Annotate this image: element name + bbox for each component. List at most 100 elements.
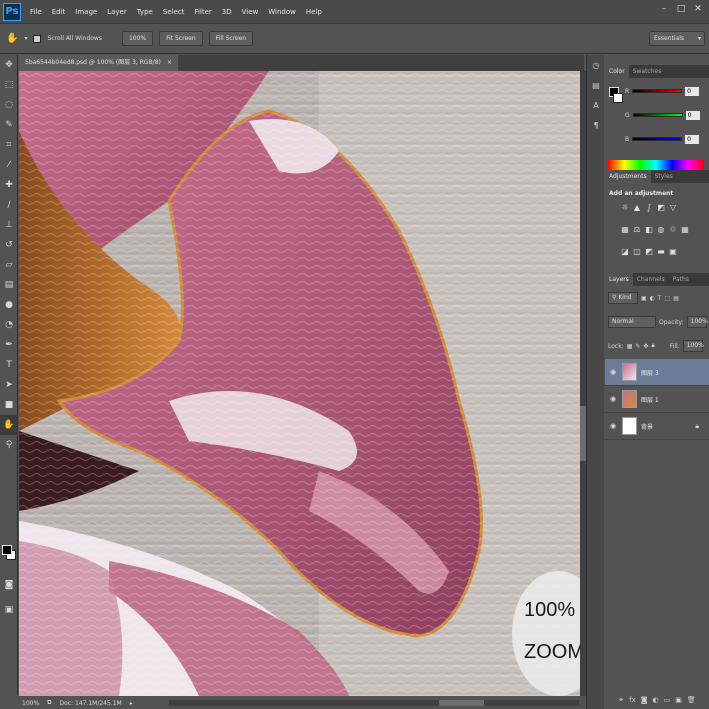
green-slider[interactable]	[632, 113, 683, 117]
pen-icon[interactable]: ✒	[0, 335, 18, 355]
menu-file[interactable]: File	[25, 8, 47, 16]
document-canvas[interactable]: 100% ZOOM	[19, 71, 580, 696]
history-panel-icon[interactable]: ◷	[587, 55, 605, 75]
export-icon[interactable]: ⧉	[47, 699, 51, 707]
filter-pixel-icon[interactable]: ▣	[641, 295, 647, 302]
eyedropper-icon[interactable]: ⁄	[0, 155, 18, 175]
eye-icon[interactable]: ◉	[608, 368, 618, 376]
document-tab[interactable]: 5ba6544b04ed8.psd @ 100% (图层 3, RGB/8) ×	[19, 55, 178, 71]
fx-icon[interactable]: fx	[629, 696, 636, 709]
filter-smart-icon[interactable]: ▤	[673, 295, 679, 302]
tab-color[interactable]: Color	[605, 65, 629, 78]
quick-select-icon[interactable]: ✎	[0, 115, 18, 135]
gradient-map-icon[interactable]: ▬	[657, 248, 665, 256]
vibrance-icon[interactable]: ▽	[669, 204, 677, 212]
blue-value[interactable]: 0	[685, 134, 700, 144]
layer-row[interactable]: ◉ 图层 3	[605, 359, 709, 386]
blue-slider[interactable]	[632, 137, 683, 141]
hand-tool-preset-icon[interactable]: ✋	[6, 33, 18, 44]
close-button[interactable]: ✕	[693, 4, 703, 14]
menu-filter[interactable]: Filter	[189, 8, 216, 16]
threshold-icon[interactable]: ◩	[645, 248, 653, 256]
add-mask-icon[interactable]: ◙	[641, 696, 648, 709]
opacity-input[interactable]: 100%	[686, 316, 708, 328]
zoom-icon[interactable]: ⚲	[0, 435, 18, 455]
color-spectrum-bar[interactable]	[608, 160, 704, 170]
filter-adjust-icon[interactable]: ◐	[650, 295, 655, 302]
shape-icon[interactable]: ■	[0, 395, 18, 415]
fit-screen-button[interactable]: Fit Screen	[159, 31, 203, 46]
status-arrow-icon[interactable]: ▸	[130, 700, 133, 707]
workspace-select[interactable]: Essentials ▾	[649, 31, 705, 46]
tab-swatches[interactable]: Swatches	[629, 65, 666, 78]
exposure-icon[interactable]: ◩	[657, 204, 665, 212]
menu-image[interactable]: Image	[70, 8, 102, 16]
eye-icon[interactable]: ◉	[608, 422, 618, 430]
color-lookup-icon[interactable]: ▦	[681, 226, 689, 234]
layer-row[interactable]: ◉ 背景 🔒︎	[605, 413, 709, 440]
menu-type[interactable]: Type	[132, 8, 158, 16]
photo-filter-icon[interactable]: ◍	[657, 226, 665, 234]
bg-chip[interactable]	[613, 93, 623, 103]
fill-input[interactable]: 100%	[682, 340, 704, 352]
lock-transparent-icon[interactable]: ▦	[627, 343, 633, 350]
invert-icon[interactable]: ◪	[621, 248, 629, 256]
color-balance-icon[interactable]: ⚖	[633, 226, 641, 234]
close-tab-icon[interactable]: ×	[167, 55, 172, 71]
red-value[interactable]: 0	[685, 86, 700, 96]
paragraph-panel-icon[interactable]: ¶	[587, 115, 605, 135]
lock-position-icon[interactable]: ✥	[643, 343, 648, 350]
link-layers-icon[interactable]: ⚭	[618, 696, 624, 709]
black-white-icon[interactable]: ◧	[645, 226, 653, 234]
path-select-icon[interactable]: ➤	[0, 375, 18, 395]
menu-layer[interactable]: Layer	[102, 8, 132, 16]
horizontal-scroll-thumb[interactable]	[439, 700, 484, 706]
menu-edit[interactable]: Edit	[47, 8, 71, 16]
screen-mode-icon[interactable]: ▣	[0, 600, 18, 620]
history-brush-icon[interactable]: ↺	[0, 235, 18, 255]
quick-mask-icon[interactable]: ◙	[0, 575, 18, 595]
channel-mixer-icon[interactable]: ♲	[669, 226, 677, 234]
new-adjustment-icon[interactable]: ◐	[653, 696, 659, 709]
new-group-icon[interactable]: ▭	[664, 696, 671, 709]
tab-channels[interactable]: Channels	[633, 273, 669, 286]
brightness-icon[interactable]: ☼	[621, 204, 629, 212]
red-slider[interactable]	[632, 89, 683, 93]
menu-select[interactable]: Select	[158, 8, 190, 16]
hand-icon[interactable]: ✋	[0, 415, 18, 435]
menu-view[interactable]: View	[237, 8, 264, 16]
horizontal-scrollbar[interactable]	[169, 700, 579, 706]
preset-dropdown-icon[interactable]: ▾	[24, 35, 27, 42]
tab-adjustments[interactable]: Adjustments	[605, 170, 651, 183]
zoom-100-button[interactable]: 100%	[121, 31, 154, 46]
curves-icon[interactable]: ∫	[645, 204, 653, 212]
move-icon[interactable]: ✥	[0, 55, 18, 75]
menu-3d[interactable]: 3D	[217, 8, 237, 16]
filter-type-icon[interactable]: T	[658, 295, 662, 302]
hue-saturation-icon[interactable]: ▦	[621, 226, 629, 234]
blend-mode-select[interactable]: Normal	[608, 316, 656, 328]
healing-icon[interactable]: ✚	[0, 175, 18, 195]
eye-icon[interactable]: ◉	[608, 395, 618, 403]
tab-styles[interactable]: Styles	[651, 170, 677, 183]
character-panel-icon[interactable]: A	[587, 95, 605, 115]
minimize-button[interactable]: –	[659, 4, 669, 14]
foreground-color-swatch[interactable]	[2, 545, 12, 555]
status-zoom[interactable]: 100%	[22, 700, 39, 707]
trash-icon[interactable]: 🗑︎	[687, 696, 696, 709]
selective-color-icon[interactable]: ▣	[669, 248, 677, 256]
fill-screen-button[interactable]: Fill Screen	[208, 31, 254, 46]
filter-kind-select[interactable]: ⚲ Kind	[608, 292, 638, 304]
layer-row[interactable]: ◉ 图层 1	[605, 386, 709, 413]
menu-help[interactable]: Help	[301, 8, 327, 16]
properties-panel-icon[interactable]: ▤	[587, 75, 605, 95]
eraser-icon[interactable]: ▱	[0, 255, 18, 275]
lock-image-icon[interactable]: ✎	[635, 343, 640, 350]
lock-all-icon[interactable]: 🔒︎	[651, 342, 654, 350]
menu-window[interactable]: Window	[263, 8, 301, 16]
blur-icon[interactable]: ●	[0, 295, 18, 315]
type-icon[interactable]: T	[0, 355, 18, 375]
new-layer-icon[interactable]: ▣	[675, 696, 682, 709]
scroll-all-windows-checkbox[interactable]	[33, 34, 42, 43]
crop-icon[interactable]: ⌗	[0, 135, 18, 155]
